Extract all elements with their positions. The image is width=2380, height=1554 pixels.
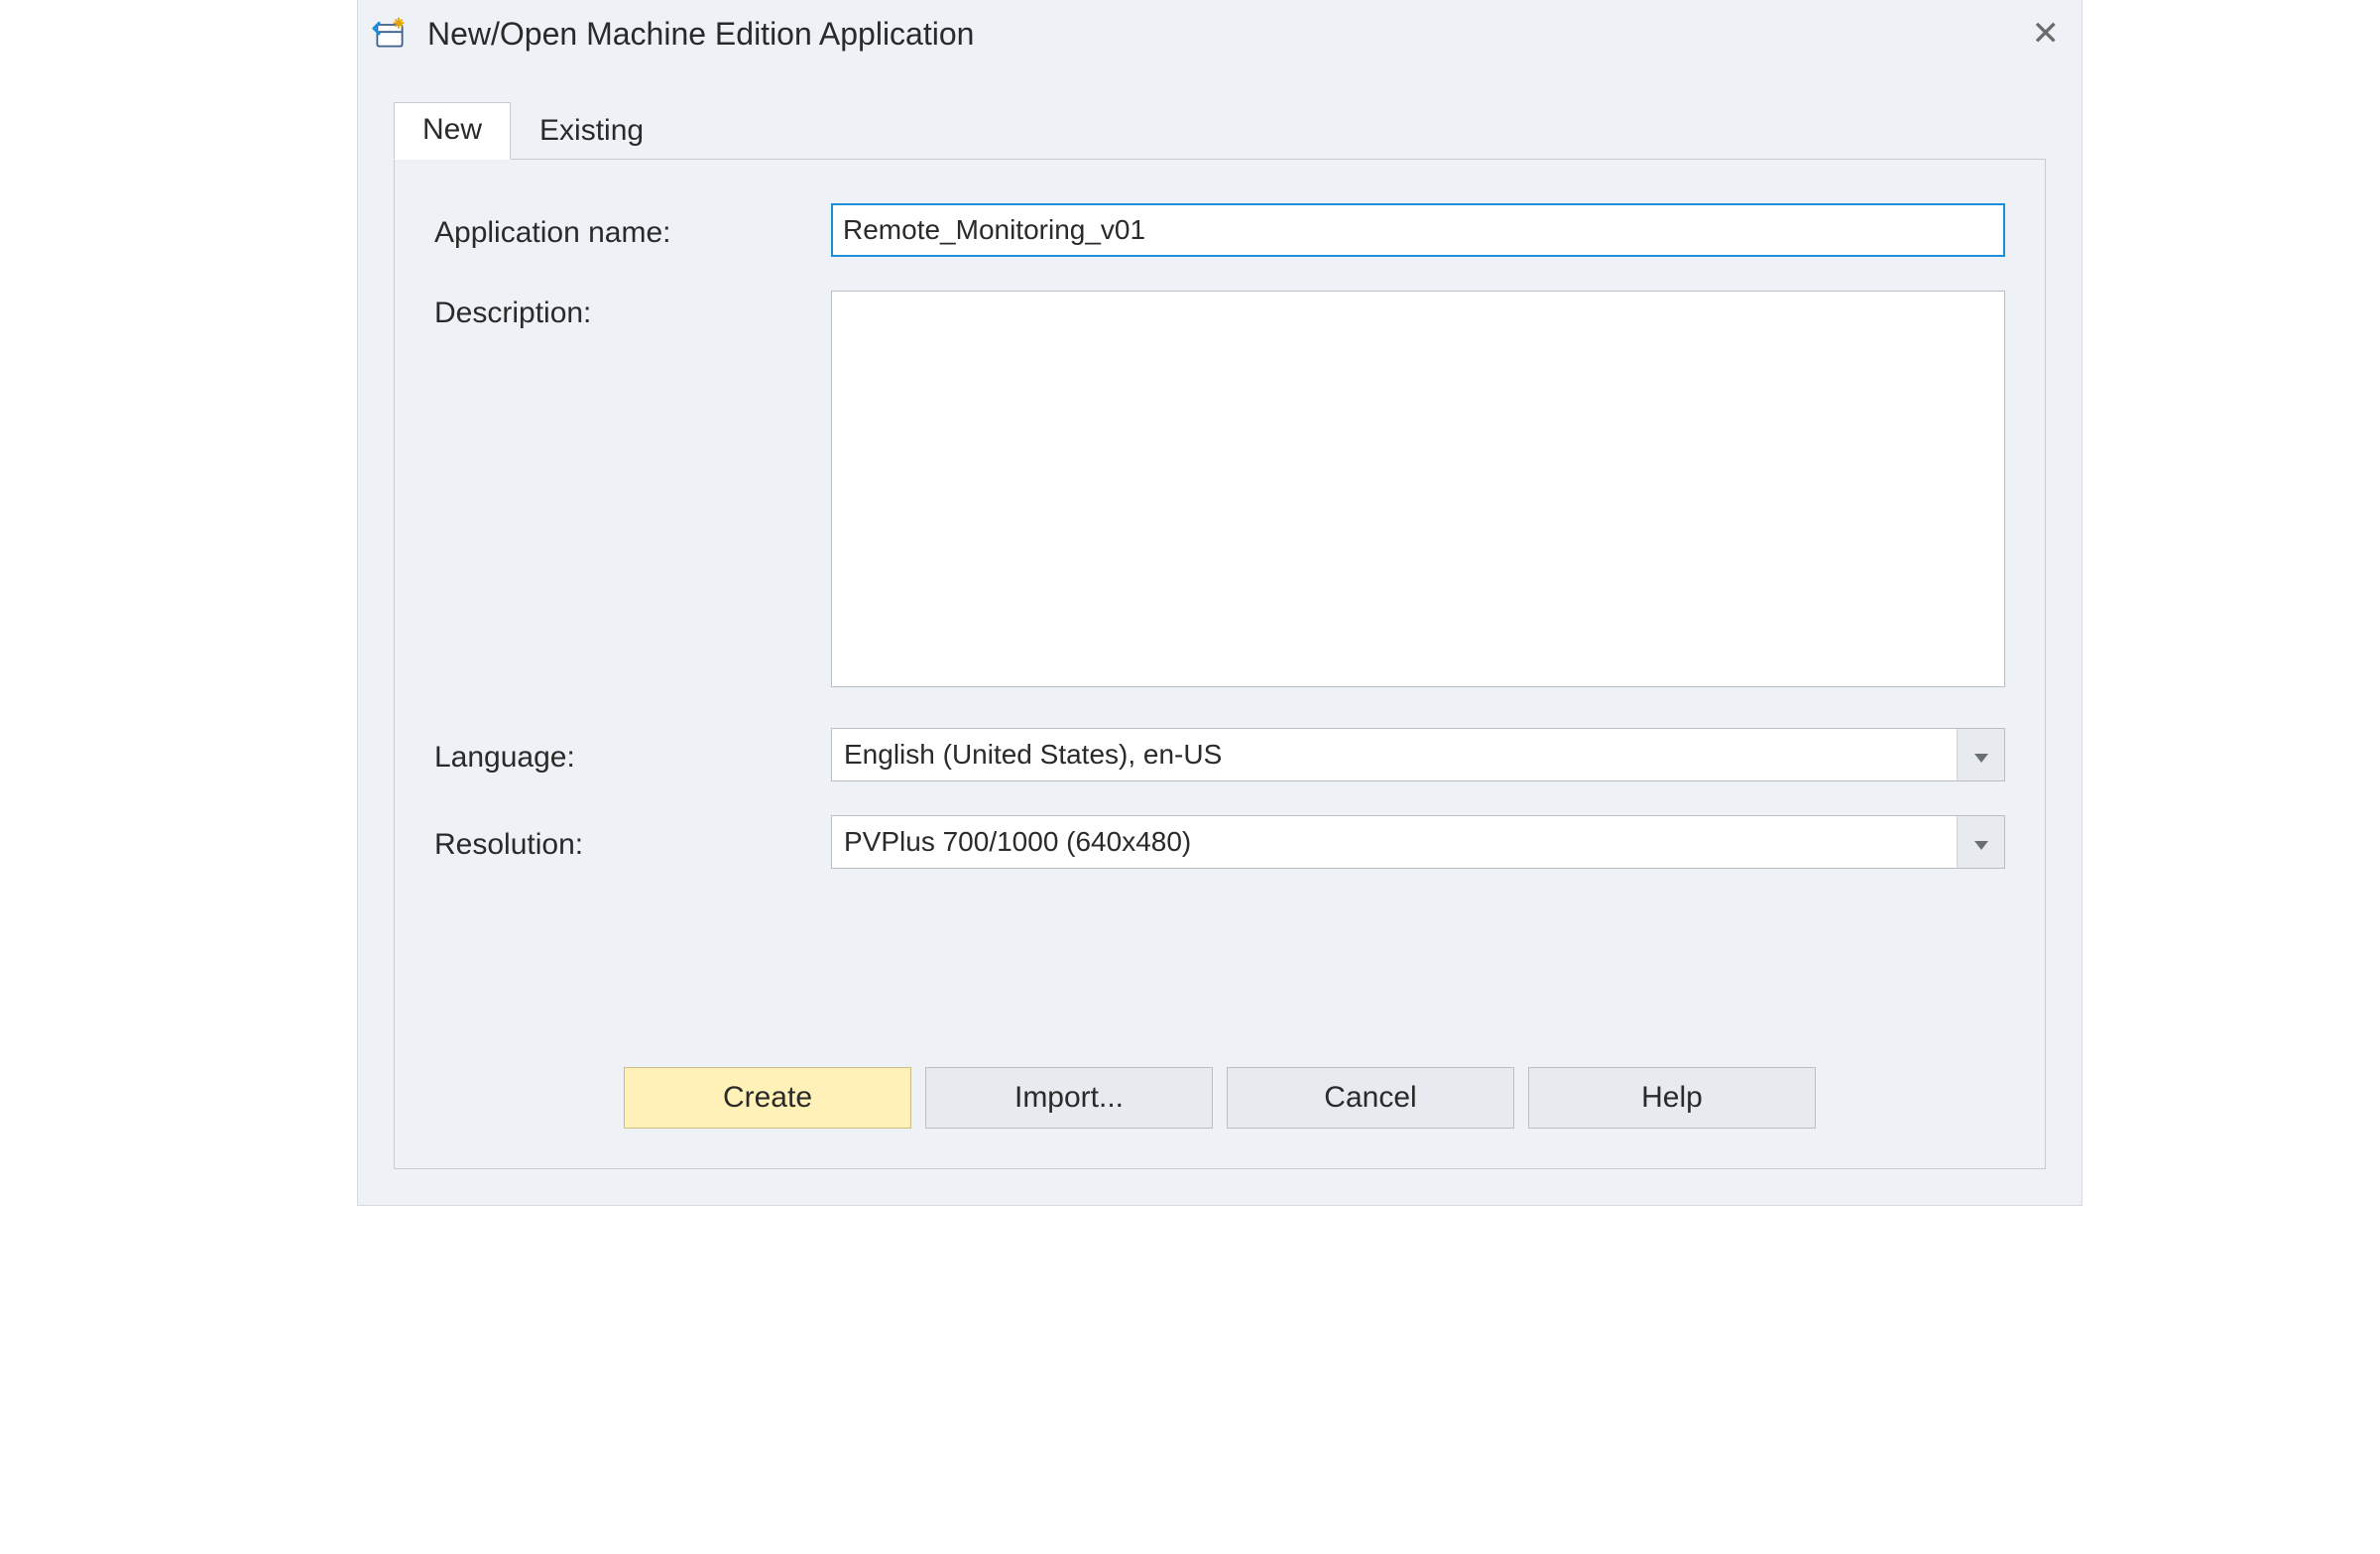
close-icon[interactable]: ✕ — [2022, 17, 2071, 51]
resolution-dropdown-button[interactable] — [1957, 816, 2004, 868]
dialog-title: New/Open Machine Edition Application — [427, 16, 2022, 53]
tab-new[interactable]: New — [394, 102, 511, 160]
tab-existing[interactable]: Existing — [511, 103, 672, 160]
chevron-down-icon — [1974, 826, 1988, 858]
language-value: English (United States), en-US — [832, 729, 1957, 780]
label-description: Description: — [434, 291, 831, 330]
tab-existing-label: Existing — [539, 114, 644, 147]
tab-new-label: New — [422, 113, 482, 146]
dialog-button-row: Create Import... Cancel Help — [434, 1067, 2005, 1129]
cancel-button-label: Cancel — [1324, 1081, 1416, 1115]
row-application-name: Application name: — [434, 203, 2005, 257]
description-textarea[interactable] — [831, 291, 2005, 687]
cancel-button[interactable]: Cancel — [1227, 1067, 1514, 1129]
import-button[interactable]: Import... — [925, 1067, 1213, 1129]
label-resolution: Resolution: — [434, 822, 831, 862]
chevron-down-icon — [1974, 739, 1988, 771]
row-language: Language: English (United States), en-US — [434, 728, 2005, 781]
language-combobox[interactable]: English (United States), en-US — [831, 728, 2005, 781]
row-resolution: Resolution: PVPlus 700/1000 (640x480) — [434, 815, 2005, 869]
resolution-value: PVPlus 700/1000 (640x480) — [832, 816, 1957, 868]
resolution-combobox[interactable]: PVPlus 700/1000 (640x480) — [831, 815, 2005, 869]
import-button-label: Import... — [1014, 1081, 1124, 1115]
row-description: Description: — [434, 291, 2005, 694]
create-button[interactable]: Create — [624, 1067, 911, 1129]
label-application-name: Application name: — [434, 210, 831, 250]
help-button[interactable]: Help — [1528, 1067, 1816, 1129]
create-button-label: Create — [723, 1081, 812, 1115]
application-name-input[interactable] — [831, 203, 2005, 257]
label-language: Language: — [434, 735, 831, 775]
help-button-label: Help — [1641, 1081, 1703, 1115]
tabstrip: New Existing — [358, 67, 2082, 159]
titlebar: New/Open Machine Edition Application ✕ — [358, 0, 2082, 67]
language-dropdown-button[interactable] — [1957, 729, 2004, 780]
application-icon — [370, 14, 410, 54]
tab-panel-new: Application name: Description: Language:… — [394, 159, 2046, 1169]
new-open-application-dialog: New/Open Machine Edition Application ✕ N… — [357, 0, 2082, 1206]
